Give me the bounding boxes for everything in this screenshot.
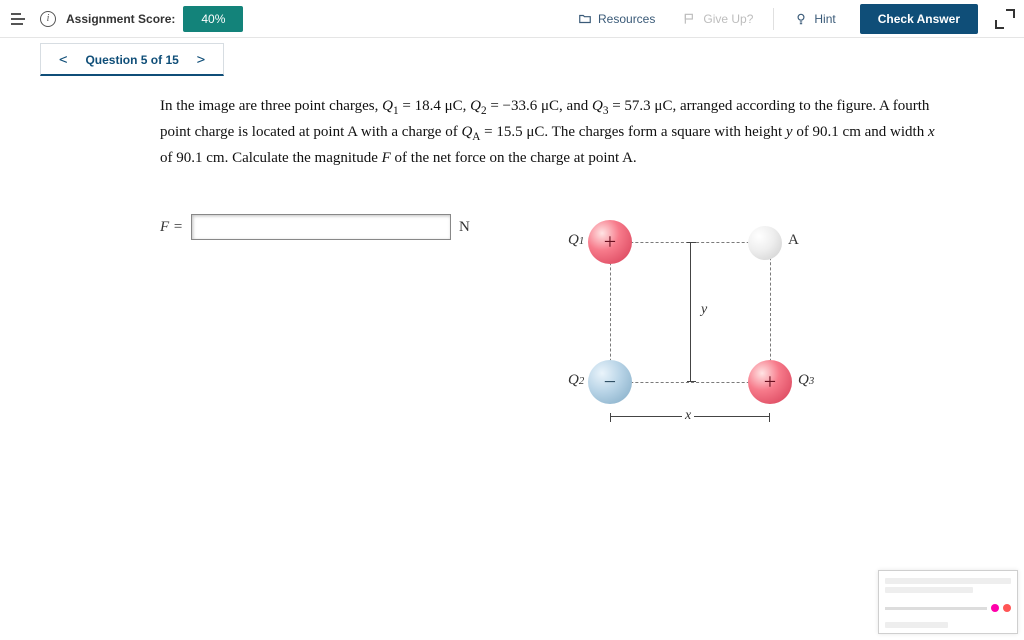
label-q2: Q2 (568, 372, 584, 389)
label-q1: Q1 (568, 232, 584, 249)
question-label: Question 5 of 15 (85, 53, 178, 67)
thumbnail-preview[interactable] (878, 570, 1018, 634)
charge-q1: + (588, 220, 632, 264)
label-q3: Q3 (798, 372, 814, 389)
question-tab: < Question 5 of 15 > (40, 43, 224, 76)
hint-label: Hint (814, 12, 835, 26)
bulb-icon (794, 12, 808, 26)
fullscreen-icon[interactable] (994, 8, 1016, 30)
dash-bottom (610, 382, 770, 383)
answer-unit: N (459, 219, 470, 236)
resources-button[interactable]: Resources (566, 6, 667, 32)
hint-button[interactable]: Hint (782, 6, 847, 32)
giveup-button: Give Up? (671, 6, 765, 32)
divider (773, 8, 774, 30)
score-badge: 40% (183, 6, 243, 32)
force-input[interactable] (191, 214, 451, 240)
info-icon[interactable]: i (40, 11, 56, 27)
prev-question[interactable]: < (55, 52, 71, 68)
figure: y x + Q1 A − Q2 + Q3 (570, 220, 890, 460)
next-question[interactable]: > (193, 52, 209, 68)
question-nav: < Question 5 of 15 > (0, 38, 1024, 80)
answer-prefix: F = (160, 219, 183, 236)
charge-q2: − (588, 360, 632, 404)
charge-a (748, 226, 782, 260)
giveup-label: Give Up? (703, 12, 753, 26)
problem-text: In the image are three point charges, Q1… (160, 94, 940, 170)
dim-y-line (690, 242, 691, 382)
score-label: Assignment Score: (66, 12, 175, 26)
folder-icon (578, 12, 592, 26)
top-bar: i Assignment Score: 40% Resources Give U… (0, 0, 1024, 38)
dim-x-label: x (682, 408, 694, 424)
charge-q3: + (748, 360, 792, 404)
label-a: A (788, 232, 799, 249)
resources-label: Resources (598, 12, 655, 26)
check-answer-button[interactable]: Check Answer (860, 4, 978, 34)
dim-y-label: y (698, 302, 710, 318)
menu-icon[interactable] (8, 8, 30, 30)
flag-icon (683, 12, 697, 26)
